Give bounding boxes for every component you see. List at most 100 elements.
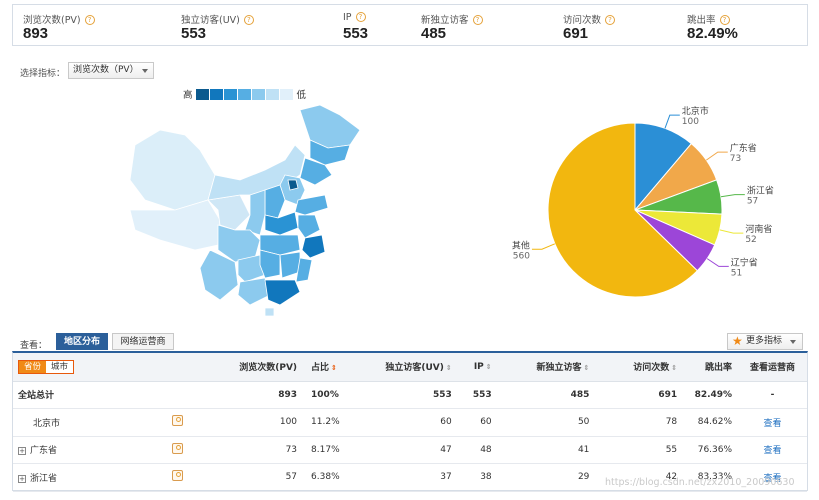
pie-slices xyxy=(547,122,723,298)
table-row-total: 全站总计 893 100% 553 553 485 691 82.49% - xyxy=(13,381,807,409)
more-metrics-button[interactable]: ★ 更多指标 xyxy=(727,333,803,350)
province-city-toggle[interactable]: 省份 城市 xyxy=(18,359,75,374)
legend-swatch xyxy=(195,88,209,100)
cell: 78 xyxy=(595,408,684,437)
map-region-heilongjiang[interactable] xyxy=(299,104,361,149)
map-region-jiangsu[interactable] xyxy=(297,214,321,239)
cell: 38 xyxy=(457,463,498,492)
table-row: 北京市 100 11.2% 60 60 50 78 84.62% 查看 xyxy=(13,408,807,437)
map-region-xinjiang[interactable] xyxy=(129,129,216,211)
pie-label-name: 北京市 xyxy=(682,105,709,117)
pie-leader-line xyxy=(706,258,729,267)
legend-swatch xyxy=(237,88,251,100)
tab-isp[interactable]: 网络运营商 xyxy=(112,333,174,350)
stats-bar: 浏览次数(PV)? 893 独立访客(UV)? 553 IP? 553 新独立访… xyxy=(12,4,808,46)
indicator-select[interactable]: 浏览次数（PV） xyxy=(68,62,154,79)
col-bounce[interactable]: 跳出率 xyxy=(683,353,739,382)
cell: 50 xyxy=(497,408,596,437)
col-new-uv[interactable]: 新独立访客 ⇕ xyxy=(497,353,596,382)
pie-label-name: 辽宁省 xyxy=(731,256,758,268)
map-pin-icon[interactable] xyxy=(171,442,183,454)
row-name: 广东省 xyxy=(30,446,58,457)
map-region-beijing[interactable] xyxy=(287,179,299,191)
help-icon[interactable]: ? xyxy=(472,15,483,25)
col-isp: 查看运营商 xyxy=(738,353,807,382)
col-share[interactable]: 占比 ⇕ xyxy=(303,353,363,382)
pie-label-value: 560 xyxy=(513,251,530,261)
legend-swatch xyxy=(223,88,237,100)
pie-label-value: 52 xyxy=(745,235,756,245)
stat-value: 553 xyxy=(181,25,207,42)
legend-swatch xyxy=(279,88,293,100)
cell: 48 xyxy=(457,436,498,464)
help-icon[interactable]: ? xyxy=(719,15,730,25)
sort-icon[interactable]: ⇕ xyxy=(671,364,677,372)
toggle-province[interactable]: 省份 xyxy=(19,360,47,373)
view-isp-link[interactable]: 查看 xyxy=(764,446,782,456)
view-label: 查看： xyxy=(20,341,48,351)
sort-icon[interactable]: ⇕ xyxy=(486,363,492,371)
legend-swatch xyxy=(265,88,279,100)
pie-label-name: 浙江省 xyxy=(747,185,774,197)
cell: 100% xyxy=(303,381,363,409)
sort-icon[interactable]: ⇕ xyxy=(584,364,590,372)
map-region-zhejiang[interactable] xyxy=(301,234,326,259)
help-icon[interactable]: ? xyxy=(243,15,254,25)
indicator-selected: 浏览次数（PV） xyxy=(73,65,139,75)
col-ip[interactable]: IP ⇕ xyxy=(457,353,498,382)
cell: 73 xyxy=(202,436,304,464)
row-name: 浙江省 xyxy=(30,473,58,484)
col-uv[interactable]: 独立访客(UV) ⇕ xyxy=(362,353,458,382)
stat-label: IP xyxy=(343,12,352,23)
cell: - xyxy=(738,381,807,409)
map-legend: 高 低 xyxy=(180,88,309,101)
china-map[interactable] xyxy=(100,100,370,320)
pie-leader-line xyxy=(706,151,728,161)
help-icon[interactable]: ? xyxy=(84,15,95,25)
expand-icon[interactable]: + xyxy=(18,474,26,483)
table-header: 省份 城市 浏览次数(PV) 占比 ⇕ 独立访客(UV) ⇕ IP ⇕ 新独立访客 ⇕ … xyxy=(13,353,807,382)
stat-value: 485 xyxy=(421,25,447,42)
pie-leader-line xyxy=(531,243,556,250)
cell: 55 xyxy=(595,436,684,464)
row-name: 全站总计 xyxy=(13,381,153,409)
cell: 76.36% xyxy=(683,436,739,464)
map-region-hunan[interactable] xyxy=(259,249,281,279)
sort-icon[interactable]: ⇕ xyxy=(446,364,452,372)
pie-leader-line xyxy=(719,229,744,234)
col-pv[interactable]: 浏览次数(PV) xyxy=(202,353,304,382)
map-pin-icon[interactable] xyxy=(171,415,183,427)
tab-region[interactable]: 地区分布 xyxy=(56,333,108,350)
cell: 11.2% xyxy=(303,408,363,437)
help-icon[interactable]: ? xyxy=(605,15,616,25)
sort-icon[interactable]: ⇕ xyxy=(331,364,337,372)
stat-value: 553 xyxy=(343,25,369,42)
map-region-hainan[interactable] xyxy=(264,307,275,317)
cell: 485 xyxy=(497,381,596,409)
cell: 553 xyxy=(457,381,498,409)
cell: 84.62% xyxy=(683,408,739,437)
legend-low: 低 xyxy=(296,90,307,101)
help-icon[interactable]: ? xyxy=(355,12,366,22)
stat-value: 82.49% xyxy=(687,25,738,42)
map-region-guangdong[interactable] xyxy=(264,279,301,306)
cell: 893 xyxy=(202,381,304,409)
pie-label-name: 其他 xyxy=(512,239,530,251)
legend-high: 高 xyxy=(183,90,193,101)
col-visits[interactable]: 访问次数 ⇕ xyxy=(595,353,684,382)
map-pin-icon[interactable] xyxy=(171,470,183,482)
view-isp-link[interactable]: 查看 xyxy=(764,419,782,429)
toggle-city[interactable]: 城市 xyxy=(46,360,74,373)
map-region-shanxi[interactable] xyxy=(264,184,286,219)
pie-chart: 北京市100 广东省73 浙江省57 河南省52 辽宁省51 其他560 xyxy=(512,105,774,298)
stat-value: 691 xyxy=(563,25,589,42)
cell: 57 xyxy=(202,463,304,492)
pie-label-value: 51 xyxy=(731,268,742,278)
region-table: 省份 城市 浏览次数(PV) 占比 ⇕ 独立访客(UV) ⇕ IP ⇕ 新独立访客 ⇕ … xyxy=(12,351,808,492)
expand-icon[interactable]: + xyxy=(18,447,26,456)
watermark: https://blog.csdn.net/zx2010_20090630 xyxy=(605,477,795,488)
chevron-down-icon xyxy=(790,340,796,344)
cell: 37 xyxy=(362,463,458,492)
stat-value: 893 xyxy=(23,25,49,42)
cell: 6.38% xyxy=(303,463,363,492)
